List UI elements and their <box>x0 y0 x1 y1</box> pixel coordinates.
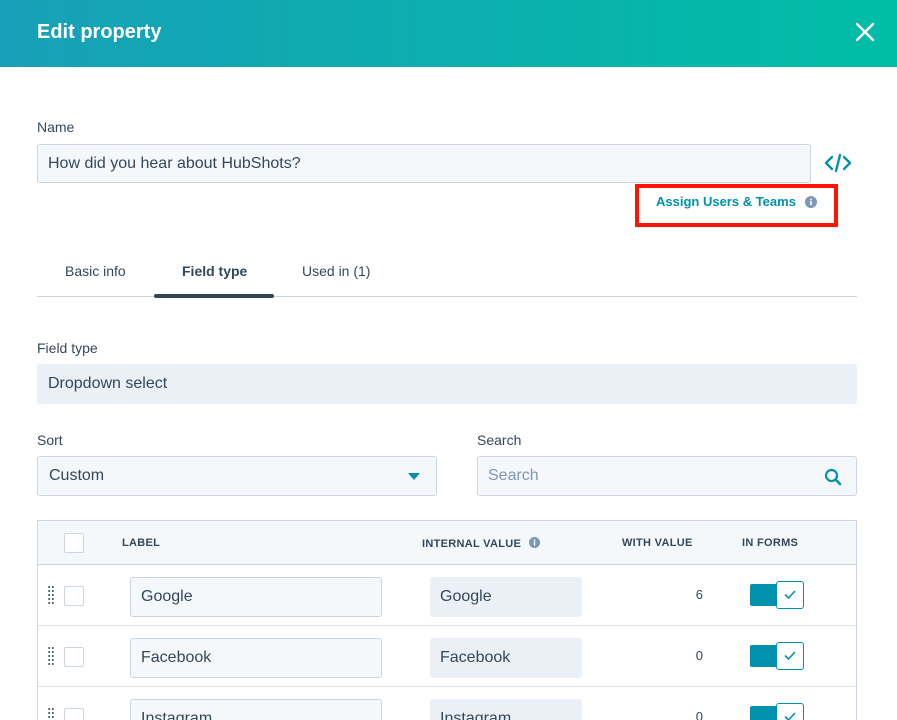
search-input[interactable] <box>478 457 798 495</box>
column-header-label: LABEL <box>122 537 161 549</box>
highlight-annotation <box>635 184 838 227</box>
in-forms-toggle[interactable] <box>750 581 804 609</box>
option-label-input[interactable]: Instagram <box>130 699 382 720</box>
name-input[interactable]: How did you hear about HubShots? <box>37 144 811 183</box>
active-tab-indicator <box>154 294 274 298</box>
with-value-count: 0 <box>695 648 703 663</box>
in-forms-toggle[interactable] <box>750 642 804 670</box>
column-header-internal-value-text: INTERNAL VALUE <box>422 538 522 550</box>
with-value-count: 6 <box>695 587 703 602</box>
checkmark-icon <box>784 712 796 720</box>
modal-title: Edit property <box>37 21 162 43</box>
search-icon[interactable] <box>824 468 842 486</box>
code-icon[interactable] <box>824 152 852 174</box>
tab-used-in[interactable]: Used in (1) <box>302 263 370 279</box>
sort-label: Sort <box>37 432 63 448</box>
drag-handle-icon[interactable] <box>48 707 54 720</box>
table-row: Instagram Instagram 0 <box>38 687 856 720</box>
option-internal-value: Instagram <box>430 699 582 720</box>
drag-handle-icon[interactable] <box>48 585 54 605</box>
option-label-input[interactable]: Facebook <box>130 638 382 678</box>
name-label: Name <box>37 119 75 135</box>
option-internal-value: Google <box>430 577 582 617</box>
table-row: Google Google 6 <box>38 565 856 626</box>
tab-field-type[interactable]: Field type <box>182 263 247 279</box>
info-icon[interactable] <box>528 537 540 548</box>
with-value-count: 0 <box>695 709 703 720</box>
row-checkbox[interactable] <box>64 647 84 667</box>
table-header: LABEL INTERNAL VALUE WITH VALUE IN FORMS <box>38 521 856 565</box>
in-forms-toggle[interactable] <box>750 703 804 720</box>
close-button[interactable] <box>850 17 880 47</box>
code-button[interactable] <box>824 152 852 174</box>
options-table: LABEL INTERNAL VALUE WITH VALUE IN FORMS… <box>37 520 857 720</box>
tab-bar: Basic info Field type Used in (1) <box>37 252 857 298</box>
sort-select[interactable]: Custom <box>37 456 437 496</box>
modal-header: Edit property <box>0 0 897 67</box>
drag-handle-icon[interactable] <box>48 646 54 666</box>
toggle-knob <box>776 581 804 609</box>
row-checkbox[interactable] <box>64 708 84 720</box>
column-header-internal-value: INTERNAL VALUE <box>422 537 540 550</box>
option-label-input[interactable]: Google <box>130 577 382 617</box>
row-checkbox[interactable] <box>64 586 84 606</box>
close-icon[interactable] <box>850 17 880 47</box>
option-internal-value: Facebook <box>430 638 582 678</box>
toggle-knob <box>776 642 804 670</box>
column-header-with-value: WITH VALUE <box>622 537 693 549</box>
chevron-down-icon <box>408 473 420 480</box>
tab-basic-info[interactable]: Basic info <box>65 263 126 279</box>
checkmark-icon <box>784 590 796 599</box>
search-field[interactable] <box>477 456 857 496</box>
field-type-label: Field type <box>37 340 98 356</box>
select-all-checkbox[interactable] <box>64 533 84 553</box>
toggle-knob <box>776 703 804 720</box>
search-label: Search <box>477 432 522 448</box>
column-header-in-forms: IN FORMS <box>742 537 799 549</box>
field-type-value: Dropdown select <box>37 364 857 404</box>
table-row: Facebook Facebook 0 <box>38 626 856 687</box>
sort-selected-value: Custom <box>49 467 105 484</box>
checkmark-icon <box>784 651 796 660</box>
